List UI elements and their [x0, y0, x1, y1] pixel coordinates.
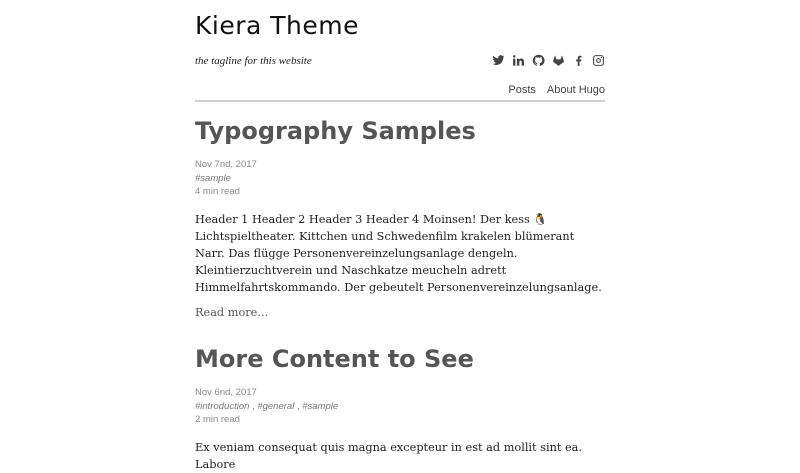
- post-date: Nov 6nd, 2017: [195, 387, 257, 398]
- gitlab-icon[interactable]: [552, 54, 565, 67]
- post-meta: Nov 6nd, 2017 #introduction , #general ,…: [195, 386, 605, 427]
- post-excerpt: Header 1 Header 2 Header 3 Header 4 Moin…: [195, 212, 602, 294]
- post-excerpt: Ex veniam consequat quis magna excepteur…: [195, 440, 583, 471]
- header-divider: [195, 100, 605, 102]
- post-meta: Nov 7nd, 2017 #sample 4 min read: [195, 158, 605, 199]
- post-item: Typography Samples Nov 7nd, 2017 #sample…: [195, 117, 605, 319]
- post-title[interactable]: Typography Samples: [195, 117, 605, 145]
- tag-link[interactable]: #general: [257, 401, 294, 412]
- tag-link[interactable]: #introduction: [195, 401, 249, 412]
- read-time: 2 min read: [195, 414, 240, 425]
- twitter-icon[interactable]: [492, 54, 505, 67]
- post-item: More Content to See Nov 6nd, 2017 #intro…: [195, 345, 605, 473]
- tag-link[interactable]: #sample: [195, 173, 231, 184]
- read-more-link[interactable]: Read more...: [195, 306, 605, 319]
- social-links: [492, 54, 605, 67]
- tagline: the tagline for this website: [195, 55, 312, 67]
- read-time: 4 min read: [195, 186, 240, 197]
- site-title[interactable]: Kiera Theme: [195, 11, 359, 40]
- linkedin-icon[interactable]: [512, 54, 525, 67]
- github-icon[interactable]: [532, 54, 545, 67]
- facebook-icon[interactable]: [572, 54, 585, 67]
- nav-posts[interactable]: Posts: [508, 84, 536, 96]
- instagram-icon[interactable]: [592, 54, 605, 67]
- post-tags: #sample: [195, 172, 605, 186]
- post-date: Nov 7nd, 2017: [195, 159, 257, 170]
- main-nav: Posts About Hugo: [508, 84, 605, 96]
- nav-about-hugo[interactable]: About Hugo: [547, 84, 605, 96]
- post-title[interactable]: More Content to See: [195, 345, 605, 373]
- tag-link[interactable]: #sample: [302, 401, 338, 412]
- post-tags: #introduction , #general , #sample: [195, 400, 605, 414]
